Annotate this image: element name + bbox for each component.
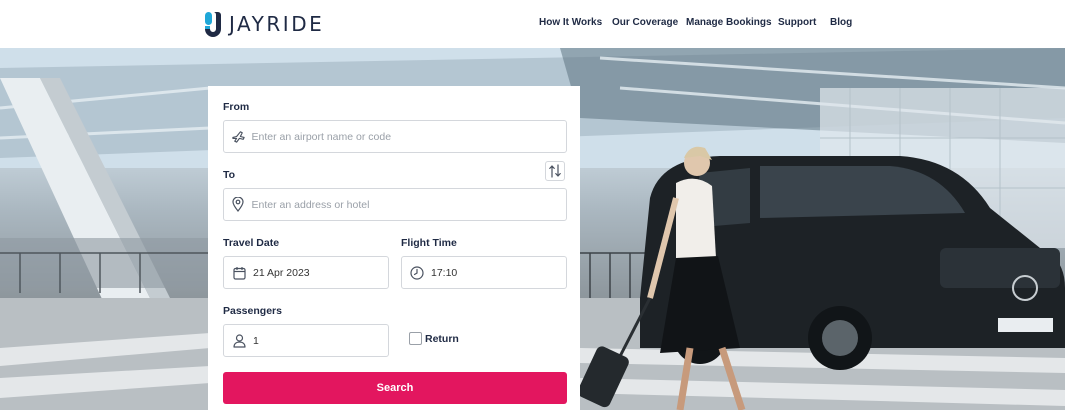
flight-time-label: Flight Time bbox=[401, 237, 457, 249]
passengers-value: 1 bbox=[253, 334, 259, 347]
search-button[interactable]: Search bbox=[223, 372, 567, 404]
nav-blog[interactable]: Blog bbox=[830, 17, 852, 28]
jayride-logo[interactable]: JAYRIDE bbox=[205, 10, 324, 38]
travel-date-value: 21 Apr 2023 bbox=[253, 266, 310, 279]
brand-name: JAYRIDE bbox=[229, 12, 325, 36]
nav-support[interactable]: Support bbox=[778, 17, 816, 28]
from-label: From bbox=[223, 101, 250, 113]
return-label[interactable]: Return bbox=[425, 333, 459, 345]
return-checkbox[interactable] bbox=[409, 332, 422, 345]
passengers-field[interactable]: 1 bbox=[223, 324, 389, 357]
site-header: JAYRIDE How It Works Our Coverage Manage… bbox=[0, 0, 1065, 48]
from-field[interactable] bbox=[223, 120, 567, 153]
user-icon bbox=[230, 332, 248, 350]
passengers-label: Passengers bbox=[223, 305, 282, 317]
to-field[interactable] bbox=[223, 188, 567, 221]
location-pin-icon bbox=[230, 196, 247, 214]
booking-form: From To Travel Date 21 Apr 2023 Flight T… bbox=[208, 86, 580, 410]
to-input[interactable] bbox=[251, 198, 566, 211]
jayride-logo-icon bbox=[205, 12, 221, 37]
swap-arrows-icon bbox=[549, 164, 561, 178]
calendar-icon bbox=[230, 264, 248, 282]
flight-time-field[interactable]: 17:10 bbox=[401, 256, 567, 289]
travel-date-field[interactable]: 21 Apr 2023 bbox=[223, 256, 389, 289]
to-label: To bbox=[223, 169, 236, 181]
nav-how-it-works[interactable]: How It Works bbox=[539, 17, 602, 28]
nav-our-coverage[interactable]: Our Coverage bbox=[612, 17, 678, 28]
swap-locations-button[interactable] bbox=[545, 161, 565, 181]
from-input[interactable] bbox=[251, 130, 566, 143]
flight-time-value: 17:10 bbox=[431, 266, 458, 279]
plane-icon bbox=[230, 128, 247, 146]
nav-manage-bookings[interactable]: Manage Bookings bbox=[686, 17, 772, 28]
travel-date-label: Travel Date bbox=[223, 237, 280, 249]
clock-icon bbox=[408, 264, 426, 282]
